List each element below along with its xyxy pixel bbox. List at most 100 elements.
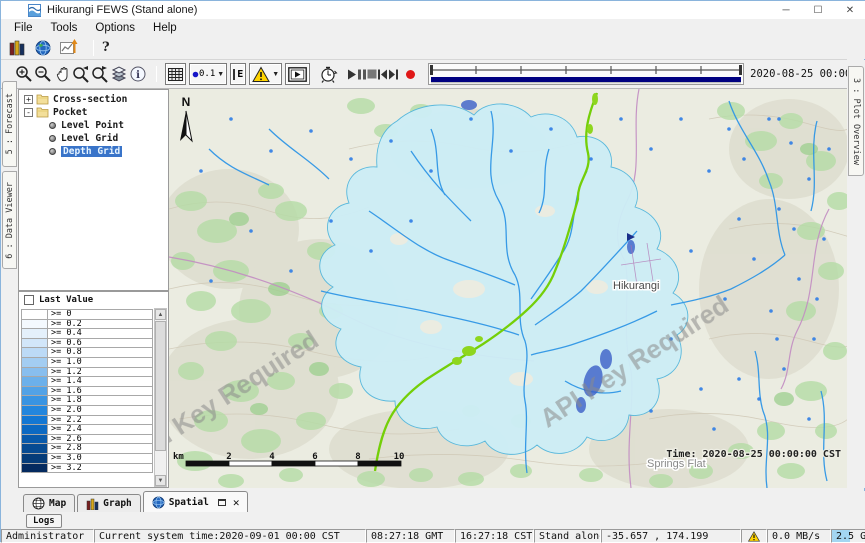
zoom-previous-icon bbox=[72, 65, 90, 83]
status-mode: Stand alone bbox=[534, 529, 601, 543]
animation-settings-button[interactable] bbox=[319, 64, 338, 84]
globe-icon bbox=[35, 40, 51, 56]
spatial-display-button[interactable] bbox=[33, 39, 53, 57]
menu-tools[interactable]: Tools bbox=[42, 21, 87, 35]
tree-bullet-icon bbox=[49, 122, 56, 129]
legend-row: >= 3.2 bbox=[21, 463, 153, 474]
pause-icon bbox=[357, 69, 367, 80]
tab-plot-overview[interactable]: 3 : Plot Overview bbox=[848, 66, 864, 176]
pause-button[interactable] bbox=[357, 69, 367, 80]
scrollbar-thumb[interactable] bbox=[155, 321, 166, 451]
help-button[interactable]: ? bbox=[102, 40, 110, 55]
timer-clock-icon bbox=[319, 65, 338, 84]
menu-file[interactable]: File bbox=[5, 21, 42, 35]
tree-expander[interactable]: - bbox=[24, 108, 33, 117]
minimize-button[interactable]: ─ bbox=[770, 1, 802, 19]
zoom-previous-button[interactable] bbox=[72, 64, 90, 84]
interval-dropdown[interactable]: 0.1 ▼ bbox=[189, 63, 227, 85]
elevation-contour-button[interactable]: E bbox=[230, 63, 246, 85]
legend-table: >= 0>= 0.2>= 0.4>= 0.6>= 0.8>= 1.0>= 1.2… bbox=[21, 309, 153, 473]
status-memory: 2.5 GB bbox=[831, 529, 865, 543]
title-bar: Hikurangi FEWS (Stand alone) ─ ☐ ✕ bbox=[1, 1, 865, 19]
chevron-down-icon: ▼ bbox=[217, 71, 224, 78]
layers-icon bbox=[110, 65, 128, 83]
tree-item-pocket[interactable]: -Pocket bbox=[19, 106, 168, 119]
bar-chart-icon bbox=[86, 497, 99, 510]
close-tab-icon[interactable]: ✕ bbox=[233, 496, 240, 509]
bar-books-icon bbox=[9, 39, 26, 56]
menu-help[interactable]: Help bbox=[144, 21, 186, 35]
map-canvas: API Key Required API Key Required Hikura… bbox=[169, 89, 848, 488]
last-frame-button[interactable] bbox=[388, 69, 399, 80]
timeline-slider[interactable] bbox=[428, 63, 744, 85]
zoom-next-icon bbox=[91, 65, 109, 83]
hand-icon bbox=[53, 65, 71, 83]
map-view[interactable]: API Key Required API Key Required Hikura… bbox=[169, 89, 848, 488]
layers-button[interactable] bbox=[110, 64, 128, 84]
thresholds-dropdown[interactable]: ▼ bbox=[249, 63, 282, 85]
grid-display-button[interactable] bbox=[165, 63, 186, 85]
first-frame-button[interactable] bbox=[377, 69, 388, 80]
svg-text:2: 2 bbox=[226, 452, 231, 462]
main-toolbar: ? bbox=[1, 36, 865, 59]
menu-options[interactable]: Options bbox=[86, 21, 144, 35]
status-warning[interactable] bbox=[741, 529, 767, 543]
maximize-button[interactable]: ☐ bbox=[802, 1, 834, 19]
menu-bar: File Tools Options Help bbox=[1, 19, 865, 36]
last-value-checkbox[interactable] bbox=[24, 295, 34, 305]
tab-data-viewer[interactable]: 6 : Data Viewer bbox=[2, 171, 17, 269]
status-user: Administrator bbox=[1, 529, 94, 543]
status-system-time: Current system time:2020-09-01 00:00 CST bbox=[94, 529, 366, 543]
svg-text:6: 6 bbox=[312, 452, 317, 462]
play-button[interactable] bbox=[347, 69, 357, 80]
tree-item-cross-section[interactable]: +Cross-section bbox=[19, 93, 168, 106]
chevron-down-icon: ▼ bbox=[272, 71, 279, 78]
status-local-time: 16:27:18 CST bbox=[455, 529, 534, 543]
warning-icon bbox=[748, 531, 760, 542]
svg-text:4: 4 bbox=[269, 452, 275, 462]
stop-button[interactable] bbox=[367, 69, 377, 79]
play-icon bbox=[347, 69, 357, 80]
warning-icon bbox=[252, 66, 270, 83]
timeline-track bbox=[429, 64, 743, 84]
tab-graph[interactable]: Graph bbox=[77, 494, 141, 512]
tab-spatial-label: Spatial bbox=[169, 497, 209, 508]
tab-logs[interactable]: Logs bbox=[26, 514, 62, 528]
zoom-next-button[interactable] bbox=[91, 64, 109, 84]
legend-swatch bbox=[21, 463, 48, 474]
undock-icon[interactable] bbox=[218, 499, 226, 506]
elevation-label: E bbox=[233, 69, 243, 80]
legend-scrollbar[interactable]: ▲ ▼ bbox=[154, 308, 167, 487]
tab-map[interactable]: Map bbox=[23, 494, 75, 512]
info-button[interactable]: i bbox=[129, 64, 147, 84]
svg-text:i: i bbox=[136, 70, 140, 81]
bottom-tab-bar: Map Graph Spatial ✕ bbox=[1, 491, 865, 512]
left-tab-strip: 5 : Forecast 6 : Data Viewer bbox=[1, 89, 18, 491]
zoom-out-button[interactable] bbox=[34, 64, 52, 84]
scroll-down-icon[interactable]: ▼ bbox=[155, 475, 166, 486]
app-icon bbox=[28, 4, 41, 17]
zoom-in-icon bbox=[15, 65, 33, 83]
tree-bullet-icon bbox=[49, 148, 56, 155]
tree-item-depth-grid[interactable]: Depth Grid bbox=[19, 145, 168, 158]
status-download-speed: 0.0 MB/s bbox=[767, 529, 831, 543]
close-button[interactable]: ✕ bbox=[834, 1, 865, 19]
tree-item-level-grid[interactable]: Level Grid bbox=[19, 132, 168, 145]
animation-button[interactable] bbox=[285, 63, 310, 85]
svg-text:N: N bbox=[182, 95, 191, 109]
map-time-label: Time: 2020-08-25 00:00:00 CST bbox=[666, 448, 841, 460]
scroll-up-icon[interactable]: ▲ bbox=[155, 309, 166, 320]
tab-forecast[interactable]: 5 : Forecast bbox=[2, 81, 17, 167]
logs-row: Logs bbox=[1, 512, 865, 529]
svg-text:8: 8 bbox=[355, 452, 360, 462]
folder-icon bbox=[36, 94, 49, 105]
database-viewer-button[interactable] bbox=[7, 39, 27, 57]
tree-expander[interactable]: + bbox=[24, 95, 33, 104]
tree-item-level-point[interactable]: Level Point bbox=[19, 119, 168, 132]
zoom-in-button[interactable] bbox=[15, 64, 33, 84]
chart-arrow-icon bbox=[60, 39, 78, 56]
tab-spatial[interactable]: Spatial ✕ bbox=[143, 491, 249, 512]
record-button[interactable] bbox=[405, 69, 416, 80]
pan-button[interactable] bbox=[53, 64, 71, 84]
import-timeseries-button[interactable] bbox=[59, 39, 79, 57]
